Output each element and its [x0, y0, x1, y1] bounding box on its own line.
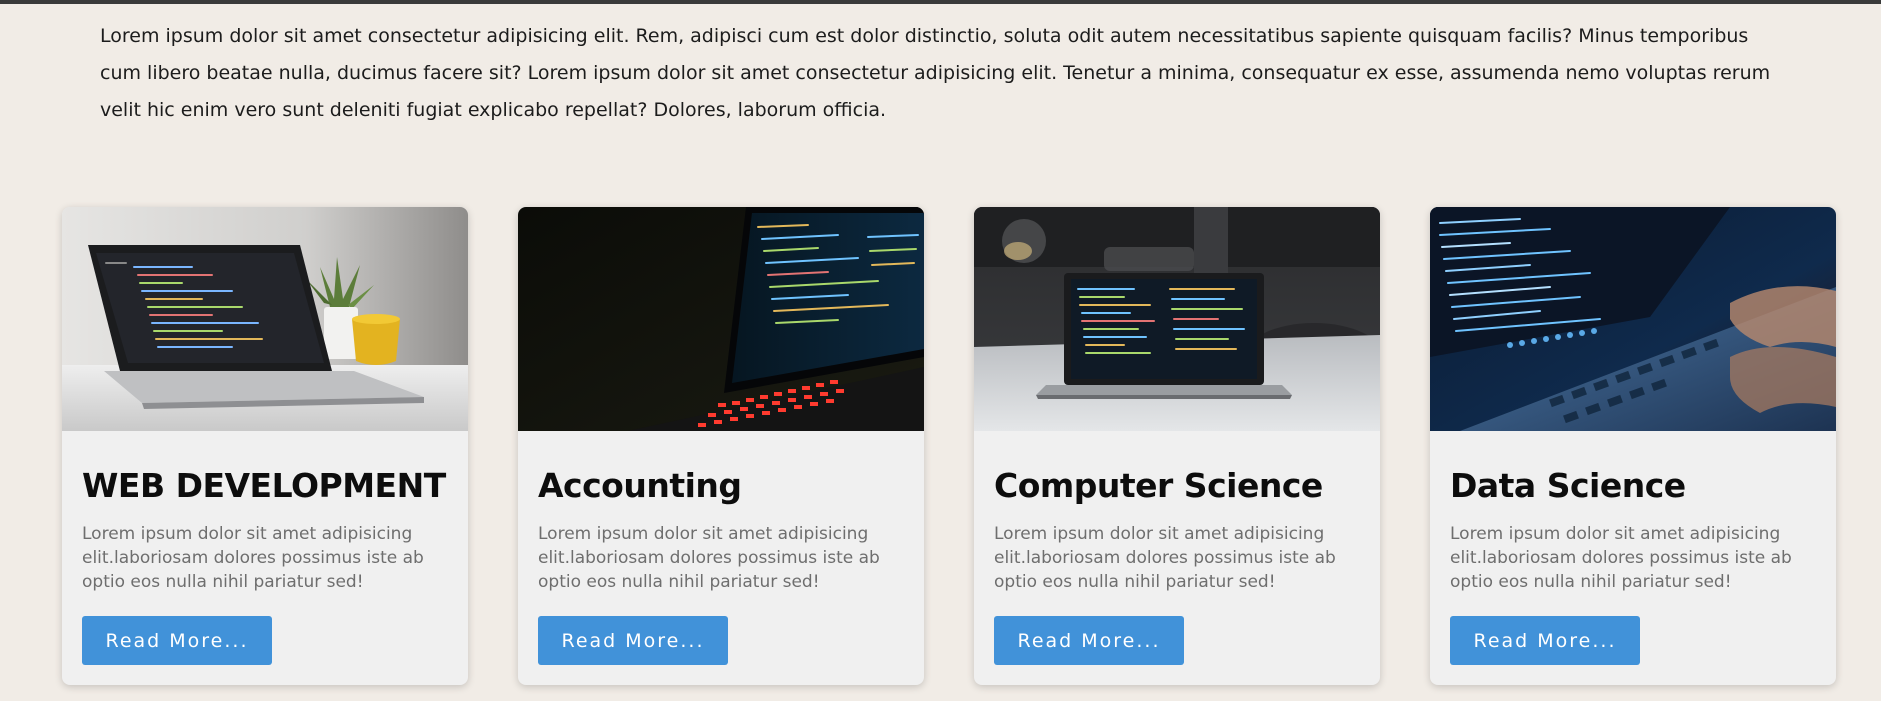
read-more-button[interactable]: Read More... [82, 616, 272, 665]
card-description: Lorem ipsum dolor sit amet adipisicing e… [82, 524, 424, 592]
card-body: Accounting Lorem ipsum dolor sit amet ad… [518, 465, 924, 594]
card-title: Accounting [538, 466, 742, 505]
hands-typing-laptop-image [1430, 207, 1836, 431]
card-title: WEB DEVELOPMENT [82, 466, 446, 505]
laptop-on-table-image [974, 207, 1380, 431]
card-title: Computer Science [994, 466, 1323, 505]
card-description: Lorem ipsum dolor sit amet adipisicing e… [994, 524, 1336, 592]
course-card-data-science: Data Science Lorem ipsum dolor sit amet … [1430, 207, 1836, 685]
card-description: Lorem ipsum dolor sit amet adipisicing e… [538, 524, 880, 592]
top-bar [0, 0, 1881, 4]
card-title: Data Science [1450, 466, 1686, 505]
course-cards: WEB DEVELOPMENT Lorem ipsum dolor sit am… [62, 207, 1836, 685]
laptop-dark-red-keyboard-image [518, 207, 924, 431]
laptop-code-image [62, 207, 468, 431]
course-card-computer-science: Computer Science Lorem ipsum dolor sit a… [974, 207, 1380, 685]
read-more-button[interactable]: Read More... [994, 616, 1184, 665]
intro-paragraph: Lorem ipsum dolor sit amet consectetur a… [100, 25, 1771, 121]
course-card-web-development: WEB DEVELOPMENT Lorem ipsum dolor sit am… [62, 207, 468, 685]
card-body: Computer Science Lorem ipsum dolor sit a… [974, 465, 1380, 594]
read-more-button[interactable]: Read More... [1450, 616, 1640, 665]
read-more-button[interactable]: Read More... [538, 616, 728, 665]
card-body: Data Science Lorem ipsum dolor sit amet … [1430, 465, 1836, 594]
card-description: Lorem ipsum dolor sit amet adipisicing e… [1450, 524, 1792, 592]
course-card-accounting: Accounting Lorem ipsum dolor sit amet ad… [518, 207, 924, 685]
card-body: WEB DEVELOPMENT Lorem ipsum dolor sit am… [62, 465, 468, 594]
